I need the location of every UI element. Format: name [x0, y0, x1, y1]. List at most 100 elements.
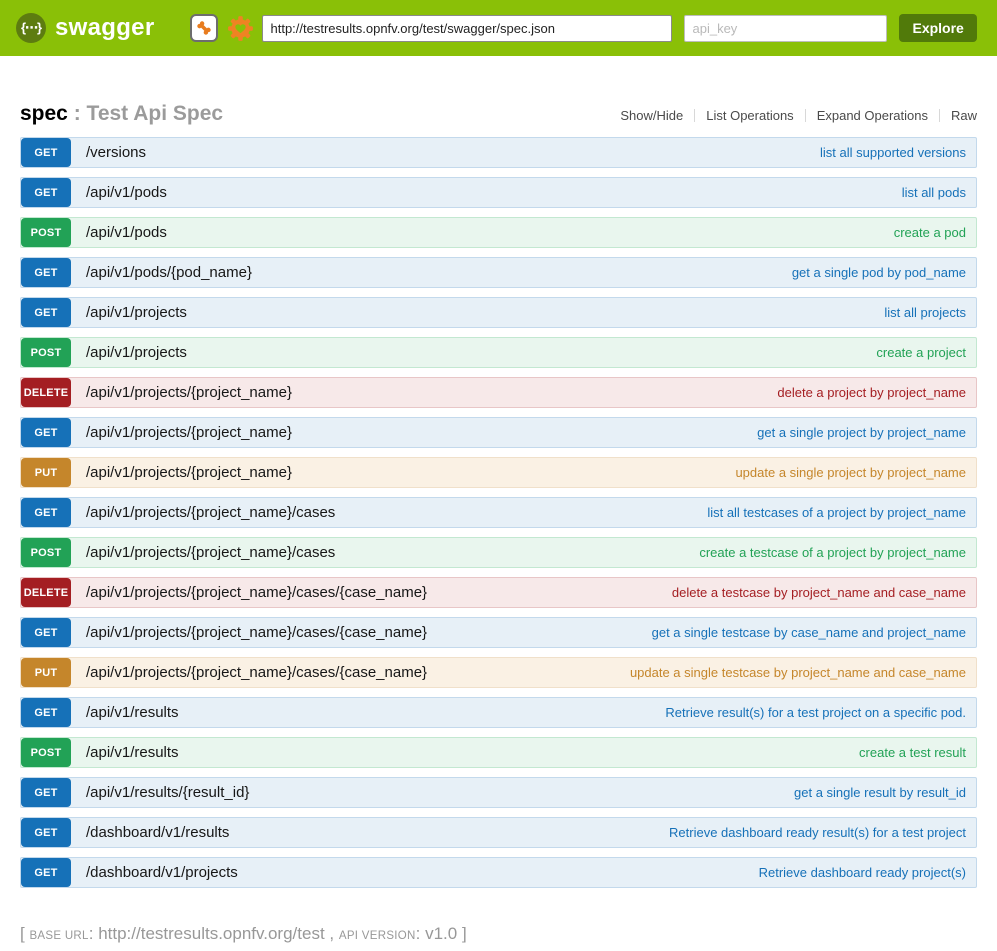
endpoint-summary-link[interactable]: create a project: [876, 338, 966, 367]
bracket-close: ]: [457, 924, 466, 943]
method-badge[interactable]: GET: [21, 178, 71, 207]
endpoint-row[interactable]: GET /api/v1/projects/{project_name}/case…: [20, 617, 977, 648]
endpoint-row[interactable]: POST /api/v1/pods create a pod: [20, 217, 977, 248]
method-badge[interactable]: GET: [21, 298, 71, 327]
endpoint-summary-link[interactable]: update a single testcase by project_name…: [630, 658, 966, 687]
endpoint-row[interactable]: DELETE /api/v1/projects/{project_name}/c…: [20, 577, 977, 608]
endpoint-path[interactable]: /versions: [86, 138, 146, 167]
endpoint-row[interactable]: GET /dashboard/v1/results Retrieve dashb…: [20, 817, 977, 848]
endpoint-summary-link[interactable]: delete a project by project_name: [777, 378, 966, 407]
endpoint-path[interactable]: /api/v1/projects: [86, 298, 187, 327]
method-badge[interactable]: PUT: [21, 458, 71, 487]
endpoint-path[interactable]: /api/v1/projects: [86, 338, 187, 367]
endpoint-row[interactable]: GET /api/v1/results Retrieve result(s) f…: [20, 697, 977, 728]
method-badge[interactable]: DELETE: [21, 378, 71, 407]
bone-icon: [195, 19, 213, 37]
endpoint-summary-link[interactable]: create a pod: [894, 218, 966, 247]
method-badge[interactable]: POST: [21, 738, 71, 767]
endpoint-path[interactable]: /api/v1/projects/{project_name}/cases: [86, 538, 335, 567]
endpoint-row[interactable]: POST /api/v1/results create a test resul…: [20, 737, 977, 768]
endpoint-path[interactable]: /api/v1/results/{result_id}: [86, 778, 249, 807]
method-badge[interactable]: GET: [21, 818, 71, 847]
endpoint-path[interactable]: /dashboard/v1/results: [86, 818, 229, 847]
operations-nav-item[interactable]: Show/Hide: [609, 109, 694, 122]
endpoint-path[interactable]: /api/v1/projects/{project_name}/cases: [86, 498, 335, 527]
endpoint-row[interactable]: GET /api/v1/results/{result_id} get a si…: [20, 777, 977, 808]
endpoint-summary-link[interactable]: list all testcases of a project by proje…: [707, 498, 966, 527]
operations-nav-item[interactable]: Expand Operations: [805, 109, 939, 122]
swagger-logo-text: swagger: [55, 14, 154, 42]
method-badge[interactable]: GET: [21, 498, 71, 527]
method-badge[interactable]: GET: [21, 698, 71, 727]
endpoint-summary-link[interactable]: get a single pod by pod_name: [792, 258, 966, 287]
endpoint-summary-link[interactable]: list all pods: [902, 178, 966, 207]
endpoint-row[interactable]: GET /api/v1/pods list all pods: [20, 177, 977, 208]
method-badge[interactable]: POST: [21, 338, 71, 367]
endpoint-path[interactable]: /api/v1/projects/{project_name}/cases/{c…: [86, 618, 427, 647]
gear-heart-button[interactable]: [226, 14, 254, 42]
method-badge[interactable]: PUT: [21, 658, 71, 687]
endpoint-row[interactable]: GET /api/v1/projects/{project_name} get …: [20, 417, 977, 448]
method-badge[interactable]: GET: [21, 778, 71, 807]
endpoint-summary-link[interactable]: update a single project by project_name: [735, 458, 966, 487]
endpoint-path[interactable]: /api/v1/results: [86, 698, 179, 727]
method-badge[interactable]: DELETE: [21, 578, 71, 607]
endpoint-path[interactable]: /api/v1/projects/{project_name}: [86, 418, 292, 447]
endpoint-summary-link[interactable]: delete a testcase by project_name and ca…: [672, 578, 966, 607]
api-key-input[interactable]: [684, 15, 887, 42]
endpoint-row[interactable]: GET /versions list all supported version…: [20, 137, 977, 168]
endpoint-summary-link[interactable]: create a test result: [859, 738, 966, 767]
endpoint-summary-link[interactable]: create a testcase of a project by projec…: [699, 538, 966, 567]
endpoint-row[interactable]: GET /api/v1/pods/{pod_name} get a single…: [20, 257, 977, 288]
endpoint-row[interactable]: GET /dashboard/v1/projects Retrieve dash…: [20, 857, 977, 888]
endpoint-path[interactable]: /api/v1/projects/{project_name}/cases/{c…: [86, 578, 427, 607]
spec-description: Test Api Spec: [87, 102, 224, 125]
api-version-label: api version: [339, 930, 416, 942]
endpoint-row[interactable]: PUT /api/v1/projects/{project_name} upda…: [20, 457, 977, 488]
endpoint-path[interactable]: /api/v1/projects/{project_name}/cases/{c…: [86, 658, 427, 687]
gear-heart-icon: [227, 15, 254, 42]
endpoint-row[interactable]: PUT /api/v1/projects/{project_name}/case…: [20, 657, 977, 688]
endpoint-path[interactable]: /api/v1/pods: [86, 178, 167, 207]
operations-nav-item[interactable]: Raw: [939, 109, 977, 122]
explore-button[interactable]: Explore: [899, 14, 976, 42]
method-badge[interactable]: GET: [21, 618, 71, 647]
endpoint-path[interactable]: /api/v1/results: [86, 738, 179, 767]
method-badge[interactable]: GET: [21, 138, 71, 167]
endpoint-summary-link[interactable]: Retrieve dashboard ready project(s): [759, 858, 966, 887]
endpoint-path[interactable]: /api/v1/projects/{project_name}: [86, 458, 292, 487]
method-badge[interactable]: POST: [21, 218, 71, 247]
title-row: spec : Test Api Spec Show/HideList Opera…: [20, 102, 977, 126]
endpoint-row[interactable]: POST /api/v1/projects/{project_name}/cas…: [20, 537, 977, 568]
endpoint-row[interactable]: POST /api/v1/projects create a project: [20, 337, 977, 368]
endpoint-path[interactable]: /api/v1/projects/{project_name}: [86, 378, 292, 407]
title-separator: :: [68, 102, 87, 125]
operations-nav: Show/HideList OperationsExpand Operation…: [609, 109, 977, 122]
endpoint-path[interactable]: /dashboard/v1/projects: [86, 858, 238, 887]
endpoint-list: GET /versions list all supported version…: [20, 137, 977, 888]
spec-name: spec: [20, 102, 68, 125]
endpoint-summary-link[interactable]: Retrieve result(s) for a test project on…: [665, 698, 966, 727]
page-title: spec : Test Api Spec: [20, 102, 223, 126]
comma: ,: [325, 924, 339, 943]
endpoint-summary-link[interactable]: list all projects: [884, 298, 966, 327]
spec-url-input[interactable]: [262, 15, 672, 42]
method-badge[interactable]: GET: [21, 258, 71, 287]
bone-link-button[interactable]: [190, 14, 218, 42]
endpoint-path[interactable]: /api/v1/pods: [86, 218, 167, 247]
swagger-logo[interactable]: {⋯} swagger: [16, 13, 154, 43]
endpoint-row[interactable]: GET /api/v1/projects list all projects: [20, 297, 977, 328]
endpoint-summary-link[interactable]: Retrieve dashboard ready result(s) for a…: [669, 818, 966, 847]
method-badge[interactable]: POST: [21, 538, 71, 567]
endpoint-summary-link[interactable]: get a single project by project_name: [757, 418, 966, 447]
operations-nav-item[interactable]: List Operations: [694, 109, 804, 122]
endpoint-path[interactable]: /api/v1/pods/{pod_name}: [86, 258, 252, 287]
endpoint-row[interactable]: DELETE /api/v1/projects/{project_name} d…: [20, 377, 977, 408]
endpoint-summary-link[interactable]: list all supported versions: [820, 138, 966, 167]
method-badge[interactable]: GET: [21, 858, 71, 887]
main-content: spec : Test Api Spec Show/HideList Opera…: [0, 102, 997, 888]
method-badge[interactable]: GET: [21, 418, 71, 447]
endpoint-row[interactable]: GET /api/v1/projects/{project_name}/case…: [20, 497, 977, 528]
endpoint-summary-link[interactable]: get a single testcase by case_name and p…: [652, 618, 966, 647]
endpoint-summary-link[interactable]: get a single result by result_id: [794, 778, 966, 807]
